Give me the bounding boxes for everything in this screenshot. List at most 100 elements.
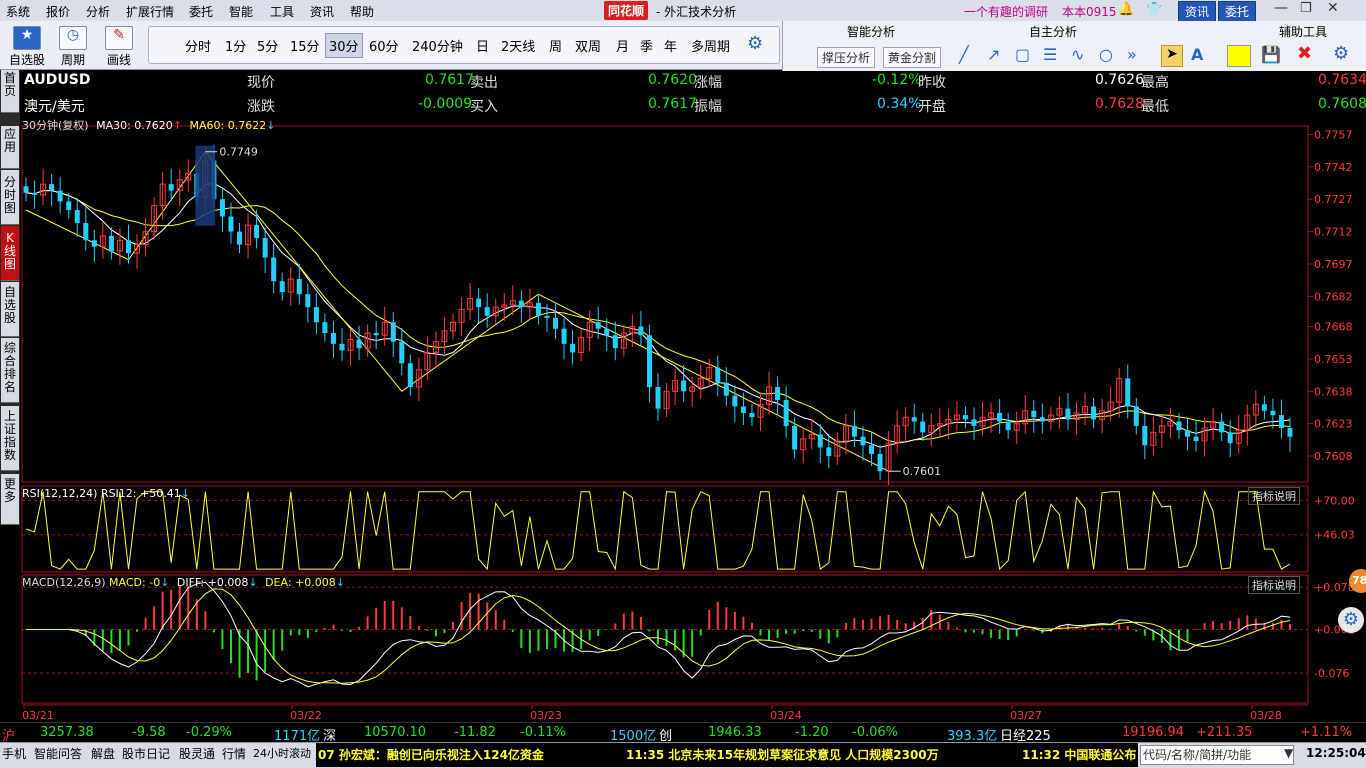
candle-down [399, 341, 405, 364]
highlight-box [195, 145, 216, 226]
rsi-legend: RSI(12,12,24) RSI12: +50.41↓ [22, 487, 190, 500]
candle-down [271, 257, 277, 282]
y-tick-label: 0.7623 [1314, 418, 1353, 431]
y-tick-label: 0.7668 [1314, 321, 1353, 334]
candle-down [851, 425, 857, 437]
macd-tick-label: -0.076 [1314, 667, 1349, 680]
legend-ma30: MA30: 0.7620 [96, 119, 173, 132]
candle-down [612, 335, 618, 349]
legend-ma60: MA60: 0.7622 [189, 119, 267, 132]
macd-help-button[interactable]: 指标说明 [1248, 576, 1300, 594]
y-tick-label: 0.7757 [1314, 128, 1353, 141]
bottom-diary[interactable]: 股市日记 [122, 745, 170, 762]
candle-down [595, 322, 601, 329]
candle-down [1005, 421, 1011, 431]
y-tick-label: 0.7653 [1314, 353, 1353, 366]
kline-chart[interactable]: 0.7757 0.7742 0.7727 0.7712 0.7697 0.7682 0.76… [0, 0, 1366, 767]
candle-down [74, 210, 80, 223]
macd-legend-macd: MACD: -0 [109, 576, 161, 589]
sh-change: -9.58 [132, 725, 166, 740]
candle-down [646, 335, 652, 388]
bottom-qa[interactable]: 智能问答 [34, 745, 82, 762]
float-gear-icon[interactable]: ⚙ [1338, 607, 1364, 633]
candle-down [279, 281, 285, 293]
candle-down [681, 380, 687, 392]
candle-down [877, 453, 883, 472]
candle-down [390, 322, 396, 342]
notification-badge[interactable]: 78 [1349, 569, 1366, 593]
candle-down [322, 322, 328, 334]
candle-down [920, 421, 926, 433]
rsi-help-button[interactable]: 指标说明 [1248, 487, 1300, 505]
y-tick-label: 0.7682 [1314, 290, 1353, 303]
down-arrow-icon: ↓ [335, 576, 345, 589]
candle-down [869, 445, 875, 454]
annot-low-label: 0.7601 [903, 465, 942, 478]
candle-down [775, 387, 781, 400]
main-legend: 30分钟(复权) MA30: 0.7620↑ MA60: 0.7622↓ [22, 117, 275, 133]
sz-value: 10570.10 [364, 725, 427, 740]
candle-down [57, 190, 63, 202]
cy-change: -1.20 [795, 725, 829, 740]
candle-down [407, 363, 413, 388]
zigzag-path [25, 150, 889, 472]
x-tick-label: 03/23 [530, 709, 562, 722]
index-status-bar: 沪 3257.38 -9.58 -0.29% 1171亿 深 10570.10 … [0, 722, 1366, 744]
candle-down [91, 240, 97, 247]
bottom-rolling[interactable]: 24小时滚动 [253, 745, 311, 761]
news-item-3[interactable]: 11:32 中国联通公布 [1022, 746, 1136, 763]
candle-down [476, 298, 482, 308]
candle-down [997, 412, 1003, 422]
candle-down [1039, 417, 1045, 422]
candle-down [715, 367, 721, 383]
bottom-analysis[interactable]: 解盘 [91, 745, 115, 762]
candle-down [792, 425, 798, 450]
news-item-1[interactable]: 07 孙宏斌：融创已向乐视注入124亿资金 [318, 746, 544, 763]
x-tick-label: 03/24 [770, 709, 802, 722]
candle-down [168, 184, 174, 191]
macd-legend-name: MACD(12,26,9) [22, 576, 106, 589]
legend-period: 30分钟(复权) [22, 119, 89, 132]
candle-down [570, 343, 576, 353]
candle-down [1227, 432, 1233, 444]
bottom-quotes[interactable]: 行情 [222, 745, 246, 762]
news-ticker[interactable]: 07 孙宏斌：融创已向乐视注入124亿资金 11:35 北京未来15年规划草案征… [316, 743, 1138, 767]
search-dropdown-icon[interactable]: ▼ [1284, 746, 1293, 760]
candle-down [1193, 436, 1199, 441]
bottom-lingtong[interactable]: 股灵通 [179, 745, 215, 762]
kline-labels: 0.7749 0.7601 [195, 145, 942, 478]
clock-time: 12:25:04 [1306, 746, 1366, 760]
candle-down [1176, 421, 1182, 431]
panel-border-1 [21, 485, 1309, 573]
y-tick-label: 0.7608 [1314, 450, 1353, 463]
panel-border-2 [21, 574, 1309, 704]
rsi-tick-label: +46.03 [1314, 529, 1355, 542]
candle-down [518, 300, 524, 308]
search-input[interactable]: 代码/名称/简拼/功能 [1140, 745, 1294, 765]
candle-down [638, 326, 644, 336]
x-tick-label: 03/28 [1250, 709, 1282, 722]
candle-down [254, 225, 260, 239]
rsi-legend-text: RSI(12,12,24) RSI12: +50.41 [22, 487, 181, 500]
candle-down [330, 333, 336, 344]
bottom-mobile[interactable]: 手机 [2, 745, 26, 762]
candle-down [1065, 408, 1071, 420]
candle-down [1185, 430, 1191, 437]
rsi-tick-label: +70.00 [1314, 494, 1355, 507]
macd-legend: MACD(12,26,9) MACD: -0↓ DIFF: +0.008↓ DE… [22, 576, 345, 589]
candle-down [749, 412, 755, 418]
candle-down [125, 240, 131, 254]
candle-down [553, 317, 559, 329]
candle-down [723, 382, 729, 396]
candle-down [484, 307, 490, 316]
candle-down [49, 184, 55, 191]
nikkei-value: 19196.94 [1122, 725, 1185, 740]
candle-down [561, 328, 567, 344]
news-item-2[interactable]: 11:35 北京未来15年规划草案征求意见 人口规模2300万 [626, 746, 939, 763]
candle-down [732, 395, 738, 407]
candle-down [826, 447, 832, 457]
candle-down [66, 201, 72, 211]
nikkei-percent: +1.11% [1300, 725, 1353, 740]
candle-down [817, 434, 823, 448]
sz-change: -11.82 [454, 725, 496, 740]
